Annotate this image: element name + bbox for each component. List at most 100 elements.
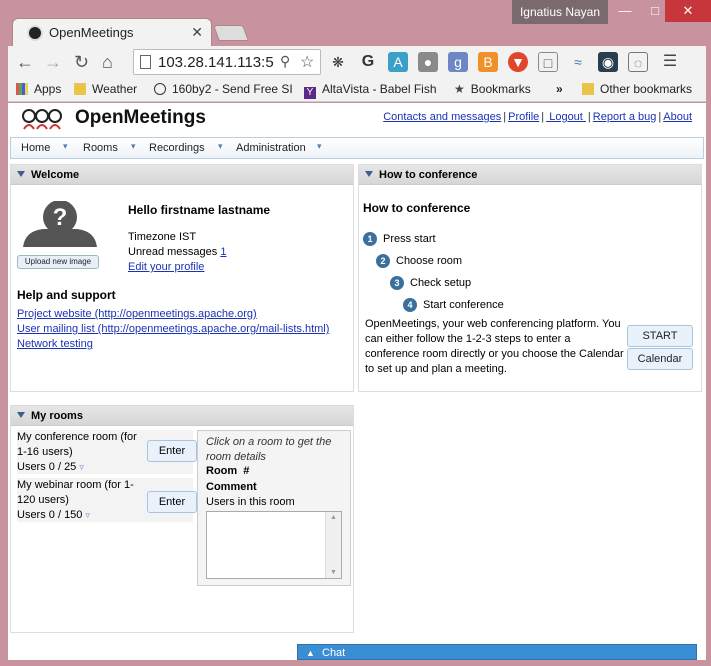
extension-screenshot-icon[interactable]: □ [538,52,558,72]
how-header[interactable]: How to conference [359,165,701,185]
welcome-header[interactable]: Welcome [11,165,353,185]
start-button[interactable]: START [627,325,693,347]
extension-blogger-icon[interactable]: B [478,52,498,72]
minimize-icon[interactable]: — [610,0,640,22]
extension-red-icon[interactable]: ▼ [508,52,528,72]
close-window-icon[interactable]: ✕ [665,0,711,22]
step-4: 4 Start conference [403,298,504,312]
rooms-header[interactable]: My rooms [11,406,353,426]
browser-tab[interactable]: OpenMeetings ✕ [12,18,212,46]
step-number: 3 [390,276,404,290]
room-item[interactable]: My webinar room (for 1-120 users) Users … [17,478,197,522]
top-links: Contacts and messages | Profile | Logout | R… [383,111,692,123]
bookmarks-bar: Apps Weather 160by2 - Send Free SI Y Alta… [8,78,706,102]
report-bug-link[interactable]: Report a bug [593,111,657,123]
star-icon: ★ [454,82,465,96]
bookmark-apps[interactable]: Apps [16,82,61,96]
bookmark-160by2[interactable]: 160by2 - Send Free SI [154,82,296,96]
profile-user-button[interactable]: Ignatius Nayan [512,0,608,24]
my-rooms-panel: My rooms My conference room (for 1-16 us… [10,405,354,633]
home-icon[interactable]: ⌂ [102,52,113,73]
chat-bar[interactable]: ▲ Chat [297,644,697,660]
edit-profile-link[interactable]: Edit your profile [128,261,204,273]
step-label: Press start [383,233,436,245]
step-number: 4 [403,298,417,312]
zoom-icon[interactable]: ⚲ [280,53,290,70]
how-title: How to conference [363,201,471,215]
project-website-link[interactable]: Project website (http://openmeetings.apa… [17,308,257,320]
profile-link[interactable]: Profile [508,111,539,123]
forward-icon[interactable]: → [44,52,62,73]
upload-image-button[interactable]: Upload new image [17,255,99,269]
browser-toolbar: ← → ↻ ⌂ 103.28.141.113:5 ⚲ ☆ ❋ G A ● g B… [8,46,706,78]
extension-pin-icon[interactable]: ◉ [598,52,618,72]
dropdown-arrow-icon[interactable]: ▾ [131,141,136,152]
dropdown-arrow-icon[interactable]: ▾ [317,141,322,152]
extension-translate-icon[interactable]: g [448,52,468,72]
network-testing-link[interactable]: Network testing [17,338,93,350]
menu-recordings[interactable]: Recordings [149,142,205,154]
extension-bug-icon[interactable]: ❋ [328,52,348,72]
step-1: 1 Press start [363,232,436,246]
star-icon[interactable]: ☆ [300,52,314,72]
openmeetings-favicon-icon [27,25,43,41]
contacts-link[interactable]: Contacts and messages [383,111,501,123]
step-2: 2 Choose room [376,254,462,268]
menu-administration[interactable]: Administration [236,142,306,154]
how-to-conference-panel: How to conference How to conference 1 Pre… [358,164,702,392]
step-number: 1 [363,232,377,246]
enter-room-button[interactable]: Enter [147,491,197,513]
collapse-icon [17,171,25,177]
panel-title: Welcome [31,169,80,181]
bookmark-label: Apps [34,82,62,96]
unread-messages: Unread messages 1 [128,246,226,258]
url-text: 103.28.141.113:5 [158,54,274,71]
svg-text:?: ? [53,204,68,231]
expand-users-icon[interactable]: ▿ [79,462,84,472]
room-details: Click on a room to get the room details … [197,430,351,586]
scroll-down-icon[interactable]: ▼ [330,569,337,576]
more-bookmarks-button[interactable]: » [556,82,563,96]
reload-icon[interactable]: ↻ [74,52,89,73]
logout-link[interactable]: Logout [546,111,586,123]
room-users-count: Users 0 / 150 [17,509,83,521]
collapse-icon [17,412,25,418]
bookmark-altavista[interactable]: Y AltaVista - Babel Fish [304,82,438,99]
main-menu: Home ▾ Rooms ▾ Recordings ▾ Administrati… [10,137,704,159]
extension-bulb-icon[interactable]: ◌ [628,52,648,72]
app-name: OpenMeetings [75,107,206,128]
chat-label: Chat [322,647,346,659]
menu-home[interactable]: Home [21,142,50,154]
about-link[interactable]: About [663,111,692,123]
menu-rooms[interactable]: Rooms [83,142,118,154]
step-number: 2 [376,254,390,268]
bookmark-label: Other bookmarks [600,82,693,96]
mailing-list-link[interactable]: User mailing list (http://openmeetings.a… [17,323,329,335]
users-in-room-label: Users in this room [206,496,295,508]
dropdown-arrow-icon[interactable]: ▾ [218,141,223,152]
bookmark-label: 160by2 - Send Free SI [172,82,293,96]
extension-g-icon[interactable]: G [358,52,378,72]
scroll-up-icon[interactable]: ▲ [330,514,337,521]
unread-count-link[interactable]: 1 [220,246,226,258]
bookmark-label: Bookmarks [470,82,531,96]
tab-close-icon[interactable]: ✕ [191,24,203,41]
scrollbar[interactable]: ▲ ▼ [325,512,341,578]
expand-users-icon[interactable]: ▿ [85,510,90,520]
address-bar[interactable]: 103.28.141.113:5 ⚲ ☆ [133,49,321,75]
calendar-button[interactable]: Calendar [627,348,693,370]
dropdown-arrow-icon[interactable]: ▾ [63,141,68,152]
extension-off-icon[interactable]: ● [418,52,438,72]
extension-wave-icon[interactable]: ≈ [568,52,588,72]
bookmark-bookmarks[interactable]: ★ Bookmarks [454,82,531,96]
panel-title: How to conference [379,169,478,181]
new-tab-button[interactable] [213,25,249,41]
room-item[interactable]: My conference room (for 1-16 users) User… [17,430,197,474]
enter-room-button[interactable]: Enter [147,440,197,462]
bookmark-other[interactable]: Other bookmarks [582,82,692,96]
extension-a-icon[interactable]: A [388,52,408,72]
back-icon[interactable]: ← [16,52,34,73]
bookmark-weather[interactable]: Weather [74,82,137,96]
menu-icon[interactable]: ☰ [660,52,680,72]
users-list-box[interactable]: ▲ ▼ [206,511,342,579]
